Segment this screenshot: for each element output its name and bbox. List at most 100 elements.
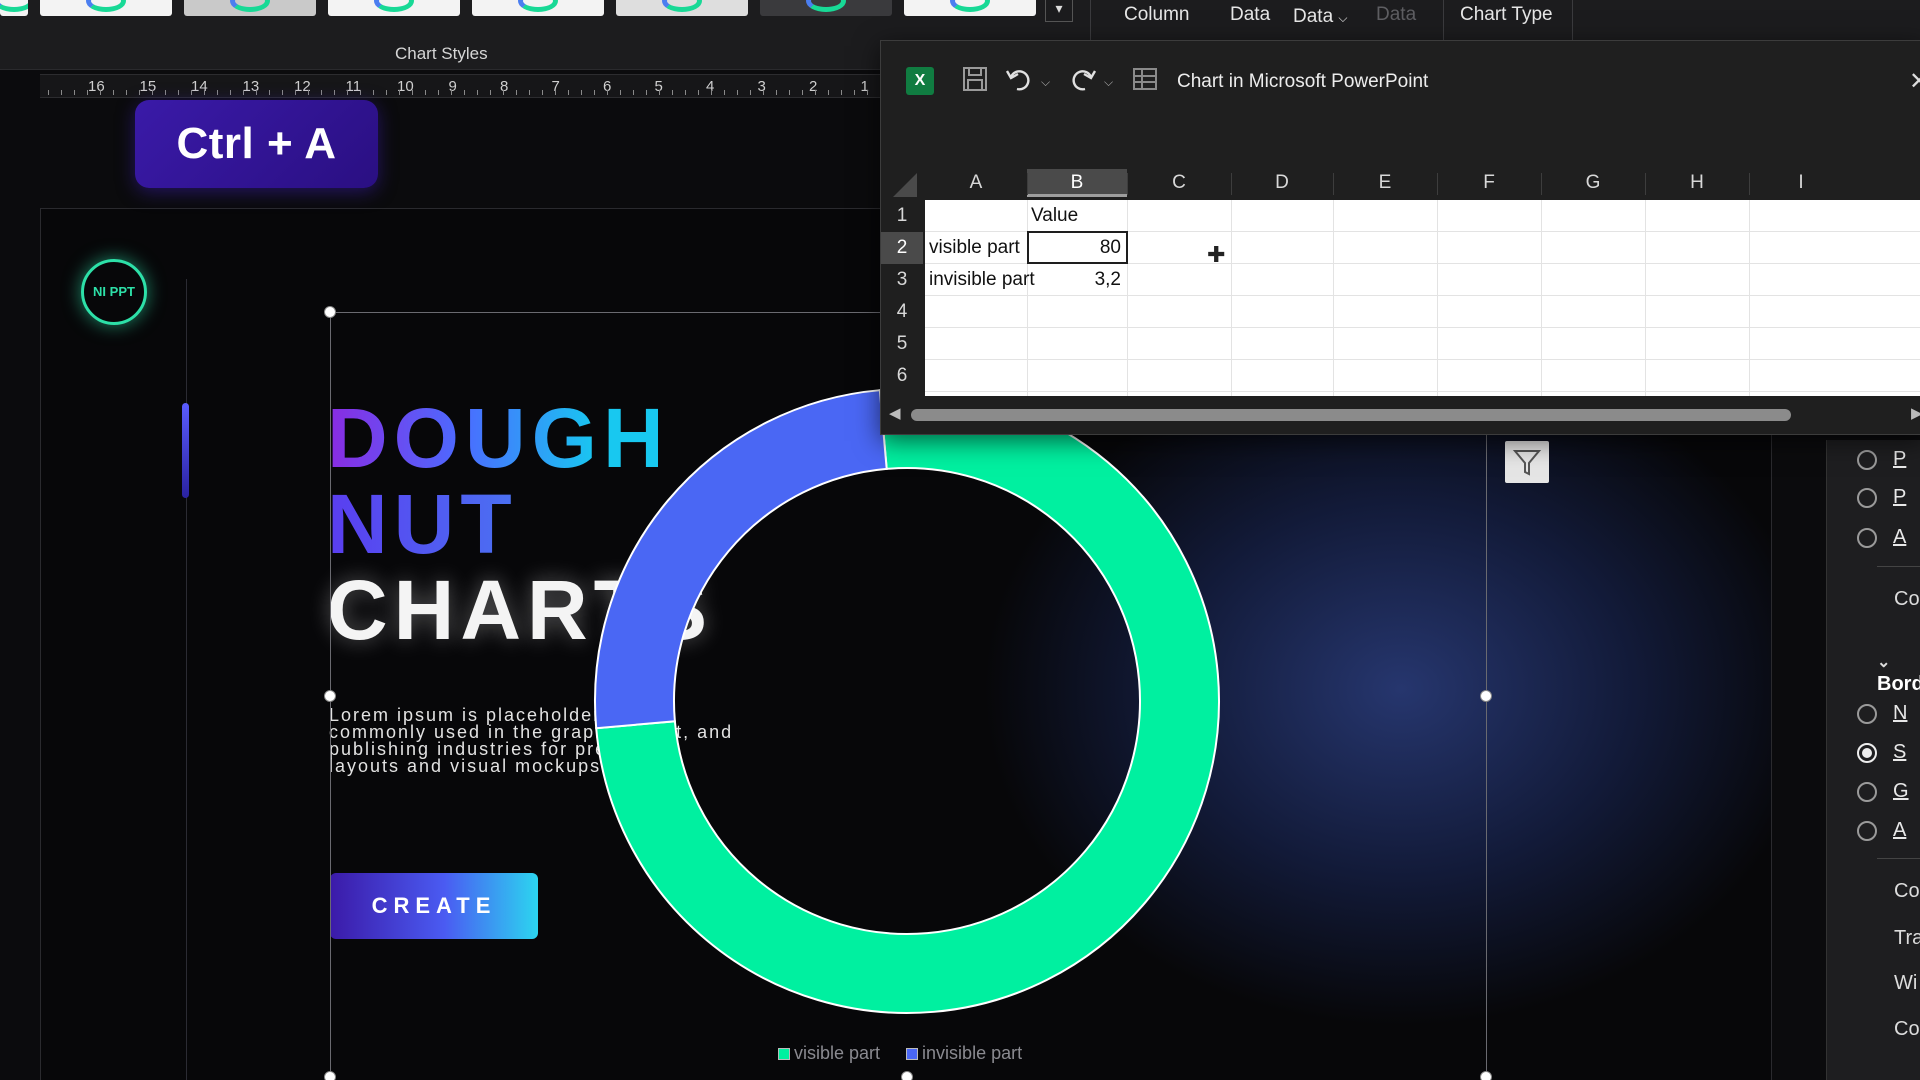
transparency-label: Tra bbox=[1894, 927, 1920, 949]
column-gridline bbox=[1333, 200, 1334, 396]
column-header[interactable]: F bbox=[1437, 169, 1541, 197]
ruler-tick bbox=[412, 90, 413, 95]
horizontal-scrollbar[interactable]: ◀ ▶ bbox=[881, 401, 1920, 429]
row-header[interactable]: 1 bbox=[881, 200, 923, 232]
fill-option-radio[interactable] bbox=[1857, 450, 1877, 470]
cell-B3[interactable]: 3,2 bbox=[1027, 264, 1121, 296]
chart-legend[interactable]: visible part invisible part bbox=[778, 1043, 1022, 1064]
save-icon[interactable] bbox=[961, 65, 989, 100]
fill-option-label[interactable]: A bbox=[1893, 526, 1906, 549]
column-separator bbox=[1027, 173, 1028, 195]
fill-option-radio[interactable] bbox=[1857, 488, 1877, 508]
border-section-header[interactable]: ⌄ Bord bbox=[1877, 650, 1920, 696]
chart-styles-gallery bbox=[0, 0, 1036, 16]
chart-style-thumbnail[interactable] bbox=[760, 0, 892, 16]
ruler-tick bbox=[542, 90, 543, 95]
cell-B1[interactable]: Value bbox=[1031, 200, 1078, 232]
column-header[interactable]: H bbox=[1645, 169, 1749, 197]
fill-option-radio[interactable] bbox=[1857, 528, 1877, 548]
change-chart-type-button[interactable]: Chart Type bbox=[1460, 4, 1553, 26]
column-header[interactable]: I bbox=[1749, 169, 1853, 197]
gallery-more-button[interactable]: ▾ bbox=[1045, 0, 1073, 22]
edit-in-excel-icon[interactable] bbox=[1131, 65, 1159, 100]
switch-row-column-button[interactable]: Column bbox=[1124, 4, 1189, 26]
legend-swatch bbox=[778, 1047, 790, 1060]
ruler-tick bbox=[139, 90, 140, 95]
column-header[interactable]: E bbox=[1333, 169, 1437, 197]
ruler-number: 2 bbox=[809, 78, 818, 95]
chart-style-thumbnail[interactable] bbox=[904, 0, 1036, 16]
legend-item[interactable]: invisible part bbox=[906, 1043, 1022, 1064]
ruler-number: 9 bbox=[448, 78, 457, 95]
legend-label: visible part bbox=[794, 1043, 881, 1063]
cell-A3[interactable]: invisible part bbox=[929, 264, 1035, 296]
border-option-label[interactable]: A bbox=[1893, 819, 1906, 842]
fill-option-label[interactable]: P bbox=[1893, 448, 1906, 471]
column-separator bbox=[1437, 173, 1438, 195]
column-separator bbox=[1749, 173, 1750, 195]
border-option-radio[interactable] bbox=[1857, 743, 1877, 763]
undo-dropdown-icon[interactable]: ⌵ bbox=[1041, 75, 1050, 90]
column-header[interactable]: G bbox=[1541, 169, 1645, 197]
row-header[interactable]: 3 bbox=[881, 264, 923, 296]
chart-style-thumbnail[interactable] bbox=[328, 0, 460, 16]
shortcut-text: Ctrl + A bbox=[176, 119, 337, 168]
cell-A2[interactable]: visible part bbox=[929, 232, 1020, 264]
select-all-corner[interactable] bbox=[891, 173, 917, 197]
scroll-left-arrow[interactable]: ◀ bbox=[889, 404, 901, 422]
ruler-tick bbox=[711, 90, 712, 95]
window-titlebar[interactable]: X ⌵ ⌵ Chart in Microsoft PowerPoint ✕ bbox=[881, 41, 1920, 131]
row-header[interactable]: 2 bbox=[881, 232, 923, 264]
ribbon-separator bbox=[1443, 0, 1444, 40]
ruler-tick bbox=[867, 90, 868, 95]
undo-icon[interactable] bbox=[1005, 65, 1035, 100]
chart-style-thumbnail[interactable] bbox=[0, 0, 28, 16]
chart-filter-button[interactable] bbox=[1505, 441, 1549, 483]
close-icon[interactable]: ✕ bbox=[1909, 67, 1920, 96]
refresh-data-button: Data bbox=[1376, 4, 1417, 25]
column-gridline bbox=[1437, 200, 1438, 396]
legend-item[interactable]: visible part bbox=[778, 1043, 880, 1064]
fill-option-label[interactable]: P bbox=[1893, 486, 1906, 509]
ruler-tick bbox=[334, 90, 335, 95]
donut-slice-invisible-part[interactable] bbox=[594, 389, 888, 730]
ruler-tick bbox=[87, 90, 88, 95]
border-option-radio[interactable] bbox=[1857, 821, 1877, 841]
row-header[interactable]: 6 bbox=[881, 360, 923, 392]
border-option-radio[interactable] bbox=[1857, 704, 1877, 724]
chart-style-thumbnail[interactable] bbox=[184, 0, 316, 16]
chart-style-thumbnail[interactable] bbox=[472, 0, 604, 16]
row-header[interactable]: 5 bbox=[881, 328, 923, 360]
scrollbar-thumb[interactable] bbox=[911, 409, 1791, 421]
border-option-label[interactable]: G bbox=[1893, 780, 1909, 803]
column-header[interactable]: D bbox=[1231, 169, 1333, 197]
pane-divider bbox=[1877, 858, 1920, 859]
select-data-button[interactable]: Data bbox=[1230, 4, 1270, 26]
chart-style-thumbnail[interactable] bbox=[40, 0, 172, 16]
column-header[interactable]: A bbox=[925, 169, 1027, 197]
ruler-tick bbox=[113, 90, 114, 95]
window-title: Chart in Microsoft PowerPoint bbox=[1177, 71, 1429, 92]
spreadsheet-grid[interactable]: Value visible part 80 invisible part 3,2 ✚ AB… bbox=[881, 169, 1920, 401]
ruler-tick bbox=[100, 90, 101, 95]
column-header[interactable]: C bbox=[1127, 169, 1231, 197]
edit-data-dropdown[interactable]: Data ⌵ bbox=[1293, 6, 1348, 28]
scroll-right-arrow[interactable]: ▶ bbox=[1911, 404, 1920, 422]
redo-dropdown-icon[interactable]: ⌵ bbox=[1104, 75, 1113, 90]
border-option-radio[interactable] bbox=[1857, 782, 1877, 802]
ruler-tick bbox=[763, 90, 764, 95]
ruler-tick bbox=[607, 90, 608, 95]
border-option-label[interactable]: N bbox=[1893, 702, 1907, 725]
row-gridline bbox=[925, 391, 1920, 392]
horizontal-ruler[interactable]: 16 15 14 13 12 11 10 9 8 7 6 5 4 3 2 1 bbox=[40, 74, 890, 98]
redo-icon[interactable] bbox=[1067, 65, 1097, 100]
border-option-label[interactable]: S bbox=[1893, 741, 1906, 764]
ruler-tick bbox=[646, 90, 647, 95]
ruler-tick bbox=[204, 90, 205, 95]
chart-style-thumbnail[interactable] bbox=[616, 0, 748, 16]
cell-area[interactable]: Value visible part 80 invisible part 3,2 ✚ bbox=[925, 200, 1920, 396]
row-header[interactable]: 4 bbox=[881, 296, 923, 328]
ruler-tick bbox=[659, 90, 660, 95]
cell-cursor-icon: ✚ bbox=[1207, 242, 1226, 267]
column-header[interactable]: B bbox=[1027, 169, 1127, 197]
